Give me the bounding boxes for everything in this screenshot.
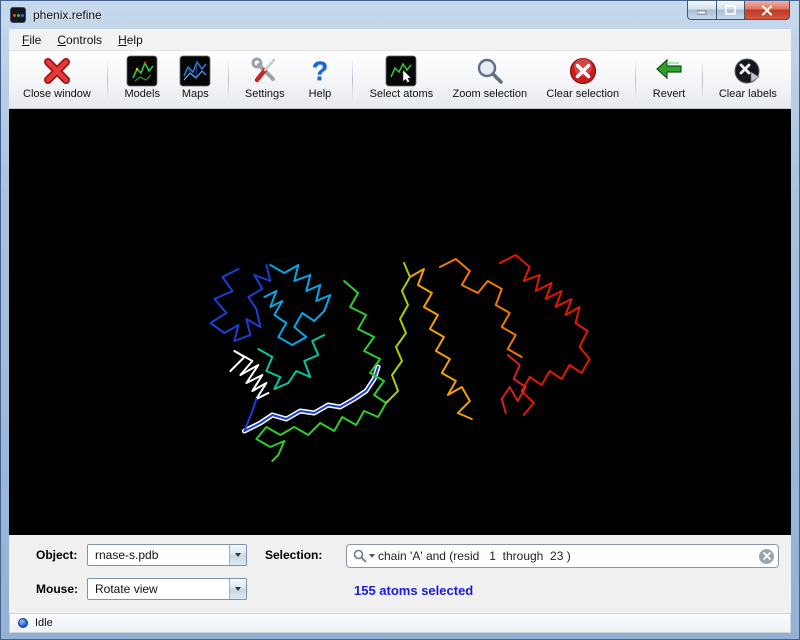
toolbar-button-select-atoms[interactable]: Select atoms (366, 54, 438, 106)
zoom-selection-icon (474, 55, 506, 87)
toolbar-label: Zoom selection (453, 88, 528, 100)
app-icon (10, 7, 26, 23)
toolbar-button-zoom-selection[interactable]: Zoom selection (449, 54, 532, 106)
menubar: File Controls Help (9, 29, 791, 51)
toolbar-button-settings[interactable]: Settings (241, 54, 289, 106)
selection-searchbox[interactable] (346, 544, 779, 568)
mouse-dropdown[interactable]: Rotate view (87, 578, 247, 600)
help-icon: ? (304, 55, 336, 87)
chevron-down-icon (235, 587, 241, 591)
titlebar[interactable]: phenix.refine (1, 1, 799, 29)
object-dropdown-arrow[interactable] (229, 545, 246, 565)
menu-file[interactable]: File (14, 30, 49, 50)
maximize-icon (725, 5, 736, 15)
toolbar-separator (635, 59, 636, 101)
toolbar-separator (702, 59, 703, 101)
close-icon (761, 5, 773, 16)
chevron-down-icon (235, 553, 241, 557)
controls-panel: Object: rnase-s.pdb Selection: Mouse: Ro… (9, 535, 791, 613)
toolbar-button-revert[interactable]: Revert (649, 54, 689, 106)
minimize-button[interactable] (687, 1, 717, 20)
toolbar-button-clear-selection[interactable]: Clear selection (542, 54, 623, 106)
models-icon (126, 55, 158, 87)
clear-selection-icon (567, 55, 599, 87)
toolbar-button-close-window[interactable]: Close window (19, 54, 95, 106)
toolbar-button-maps[interactable]: Maps (175, 54, 215, 106)
toolbar-button-clear-labels[interactable]: Clear labels (715, 54, 781, 106)
toolbar-label: Help (309, 88, 332, 100)
toolbar-button-help[interactable]: ? Help (300, 54, 340, 106)
mouse-label: Mouse: (36, 582, 78, 596)
toolbar-button-models[interactable]: Models (121, 54, 164, 106)
clear-search-icon[interactable] (759, 549, 774, 564)
revert-icon (653, 55, 685, 87)
object-dropdown[interactable]: rnase-s.pdb (87, 544, 247, 566)
maps-icon (179, 55, 211, 87)
toolbar-label: Clear labels (719, 88, 777, 100)
toolbar-label: Settings (245, 88, 285, 100)
select-atoms-icon (385, 55, 417, 87)
object-dropdown-value: rnase-s.pdb (95, 548, 158, 562)
menu-help[interactable]: Help (110, 30, 151, 50)
toolbar-label: Close window (23, 88, 91, 100)
toolbar-label: Revert (653, 88, 685, 100)
search-options-chevron-icon[interactable] (369, 554, 375, 558)
selection-label: Selection: (265, 548, 322, 562)
atoms-selected-text: 155 atoms selected (354, 583, 473, 598)
status-text: Idle (35, 617, 53, 629)
toolbar-separator (352, 59, 353, 101)
window-title: phenix.refine (33, 8, 102, 22)
search-icon (353, 549, 367, 563)
mouse-dropdown-arrow[interactable] (229, 579, 246, 599)
mouse-dropdown-value: Rotate view (95, 582, 158, 596)
toolbar-label: Maps (182, 88, 209, 100)
maximize-button[interactable] (716, 1, 745, 20)
selection-input[interactable] (378, 549, 759, 563)
settings-icon (249, 55, 281, 87)
object-label: Object: (36, 548, 77, 562)
phenix-window: phenix.refine File Controls Help Close w… (0, 0, 800, 640)
toolbar-label: Select atoms (370, 88, 434, 100)
menu-controls[interactable]: Controls (49, 30, 110, 50)
toolbar-separator (228, 59, 229, 101)
clear-labels-icon (732, 55, 764, 87)
molecule-viewport[interactable] (9, 109, 791, 535)
status-bar: Idle (9, 613, 791, 633)
toolbar-label: Clear selection (546, 88, 619, 100)
minimize-icon (697, 5, 707, 15)
close-window-icon (41, 55, 73, 87)
molecule-svg (9, 109, 791, 535)
close-button[interactable] (744, 1, 790, 20)
toolbar-separator (107, 59, 108, 101)
toolbar: Close window Models Maps Settings ? Help (9, 51, 791, 109)
status-led-icon (18, 618, 28, 628)
toolbar-label: Models (125, 88, 160, 100)
